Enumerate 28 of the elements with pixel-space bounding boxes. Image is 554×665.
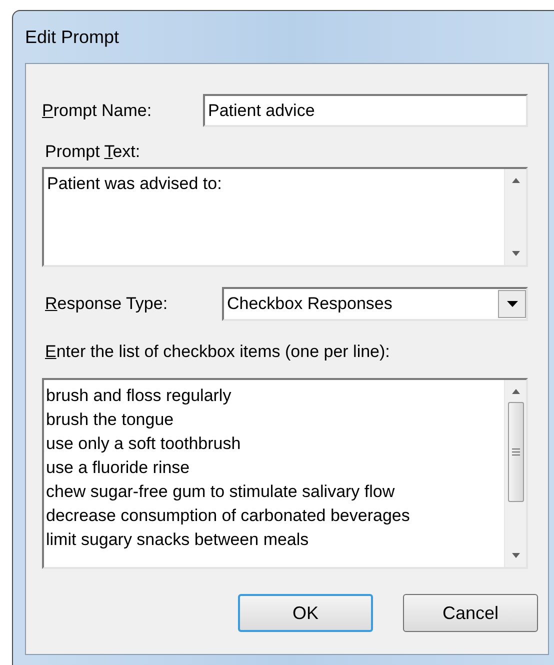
prompt-text-field[interactable]: Patient was advised to:	[42, 166, 528, 266]
caret-down-icon	[506, 300, 518, 306]
window-title: Edit Prompt	[25, 26, 120, 49]
list-line: use a fluoride rinse	[46, 457, 191, 479]
scrollbar[interactable]	[504, 168, 526, 264]
scrollbar-thumb[interactable]	[508, 402, 524, 502]
list-line: chew sugar-free gum to stimulate salivary flow	[46, 481, 396, 503]
dialog-button[interactable]: OK	[238, 594, 373, 632]
prompt-text-label: Prompt Text:	[45, 141, 142, 163]
prompt-name-field[interactable]: Patient advice	[203, 94, 528, 127]
response-type-label: Response Type:	[45, 292, 169, 315]
scroll-up-arrow-icon[interactable]	[510, 388, 520, 394]
response-type-dropdown[interactable]: Checkbox Responses	[222, 286, 528, 320]
list-line: brush the tongue	[46, 409, 175, 431]
scroll-up-arrow-icon[interactable]	[510, 176, 520, 182]
scroll-down-arrow-icon[interactable]	[510, 553, 520, 559]
list-line: use only a soft toothbrush	[46, 433, 242, 455]
list-line: brush and floss regularly	[46, 385, 232, 407]
scroll-down-arrow-icon[interactable]	[510, 250, 520, 256]
prompt-name-label: Prompt Name:	[42, 100, 153, 122]
list-line: limit sugary snacks between meals	[46, 529, 310, 551]
scrollbar[interactable]	[504, 380, 526, 567]
dropdown-button[interactable]	[498, 290, 526, 318]
checkbox-items-field[interactable]	[42, 378, 528, 569]
grip-icon	[512, 448, 520, 456]
list-line: decrease consumption of carbonated beverages	[46, 505, 411, 527]
dialog-button[interactable]: Cancel	[403, 594, 538, 632]
items-list-label: Enter the list of checkbox items (one per line):	[45, 340, 391, 362]
